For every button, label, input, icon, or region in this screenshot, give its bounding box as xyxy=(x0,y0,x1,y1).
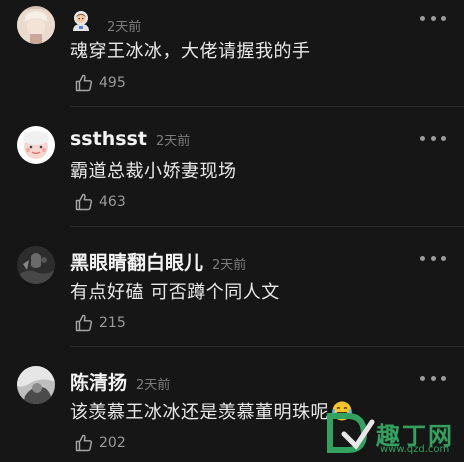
divider xyxy=(70,346,464,347)
like-button[interactable]: 463 xyxy=(74,192,126,212)
comment-text: 魂穿王冰冰，大佬请握我的手 xyxy=(70,41,311,62)
more-options-button[interactable] xyxy=(420,371,446,385)
dot-icon xyxy=(420,135,425,141)
comment-list: 2天前 魂穿王冰冰，大佬请握我的手 495 ssthsst 2天前 霸道总裁小娇… xyxy=(0,0,464,462)
username[interactable]: 陈清扬 xyxy=(70,368,127,395)
avatar[interactable] xyxy=(17,246,55,284)
like-count: 495 xyxy=(99,75,126,91)
timestamp: 2天前 xyxy=(107,20,142,35)
divider xyxy=(70,106,464,107)
thumbs-up-icon xyxy=(75,74,93,92)
astronaut-emoji-icon xyxy=(70,9,92,31)
thumbs-up-icon xyxy=(75,193,93,211)
thumbs-up-icon xyxy=(75,434,93,452)
dot-icon xyxy=(430,375,436,381)
avatar[interactable] xyxy=(17,6,55,44)
name-row: ssthsst 2天前 xyxy=(70,128,190,150)
timestamp: 2天前 xyxy=(212,258,247,273)
more-options-button[interactable] xyxy=(420,251,446,265)
timestamp: 2天前 xyxy=(155,134,191,149)
like-button[interactable]: 495 xyxy=(74,73,126,93)
comment-text: 霸道总裁小娇妻现场 xyxy=(70,161,237,182)
name-row: 黑眼睛翻白眼儿 2天前 xyxy=(70,248,246,275)
like-count: 463 xyxy=(99,194,126,210)
dot-icon xyxy=(430,255,436,261)
comment-text-content: 该羡慕王冰冰还是羡慕董明珠呢 xyxy=(70,402,329,423)
divider xyxy=(70,226,464,227)
dot-icon xyxy=(441,135,446,141)
dot-icon xyxy=(420,15,425,21)
thumbs-up-icon xyxy=(75,314,93,332)
watermark-url: www.qzd.com xyxy=(380,444,450,455)
dot-icon xyxy=(441,375,446,381)
comment-text: 有点好磕 可否蹲个同人文 xyxy=(70,282,280,303)
username[interactable]: ssthsst xyxy=(70,128,147,150)
dot-icon xyxy=(430,135,436,141)
dot-icon xyxy=(420,375,425,381)
like-button[interactable]: 215 xyxy=(74,313,126,333)
watermark: 趣丁网 www.qzd.com xyxy=(322,410,462,460)
name-row: 陈清扬 2天前 xyxy=(70,368,170,395)
dot-icon xyxy=(441,255,446,261)
like-button[interactable]: 202 xyxy=(74,433,126,453)
dot-icon xyxy=(441,15,446,21)
name-row: 2天前 xyxy=(70,9,141,35)
like-count: 215 xyxy=(99,315,126,331)
comment-text: 该羡慕王冰冰还是羡慕董明珠呢 xyxy=(70,398,353,424)
avatar[interactable] xyxy=(17,126,55,164)
avatar[interactable] xyxy=(17,366,55,404)
more-options-button[interactable] xyxy=(420,11,446,25)
more-options-button[interactable] xyxy=(420,131,446,145)
dot-icon xyxy=(420,255,425,261)
watermark-logo-icon xyxy=(327,413,375,453)
dot-icon xyxy=(430,15,436,21)
timestamp: 2天前 xyxy=(136,378,171,393)
username[interactable]: 黑眼睛翻白眼儿 xyxy=(70,248,203,275)
like-count: 202 xyxy=(99,435,126,451)
